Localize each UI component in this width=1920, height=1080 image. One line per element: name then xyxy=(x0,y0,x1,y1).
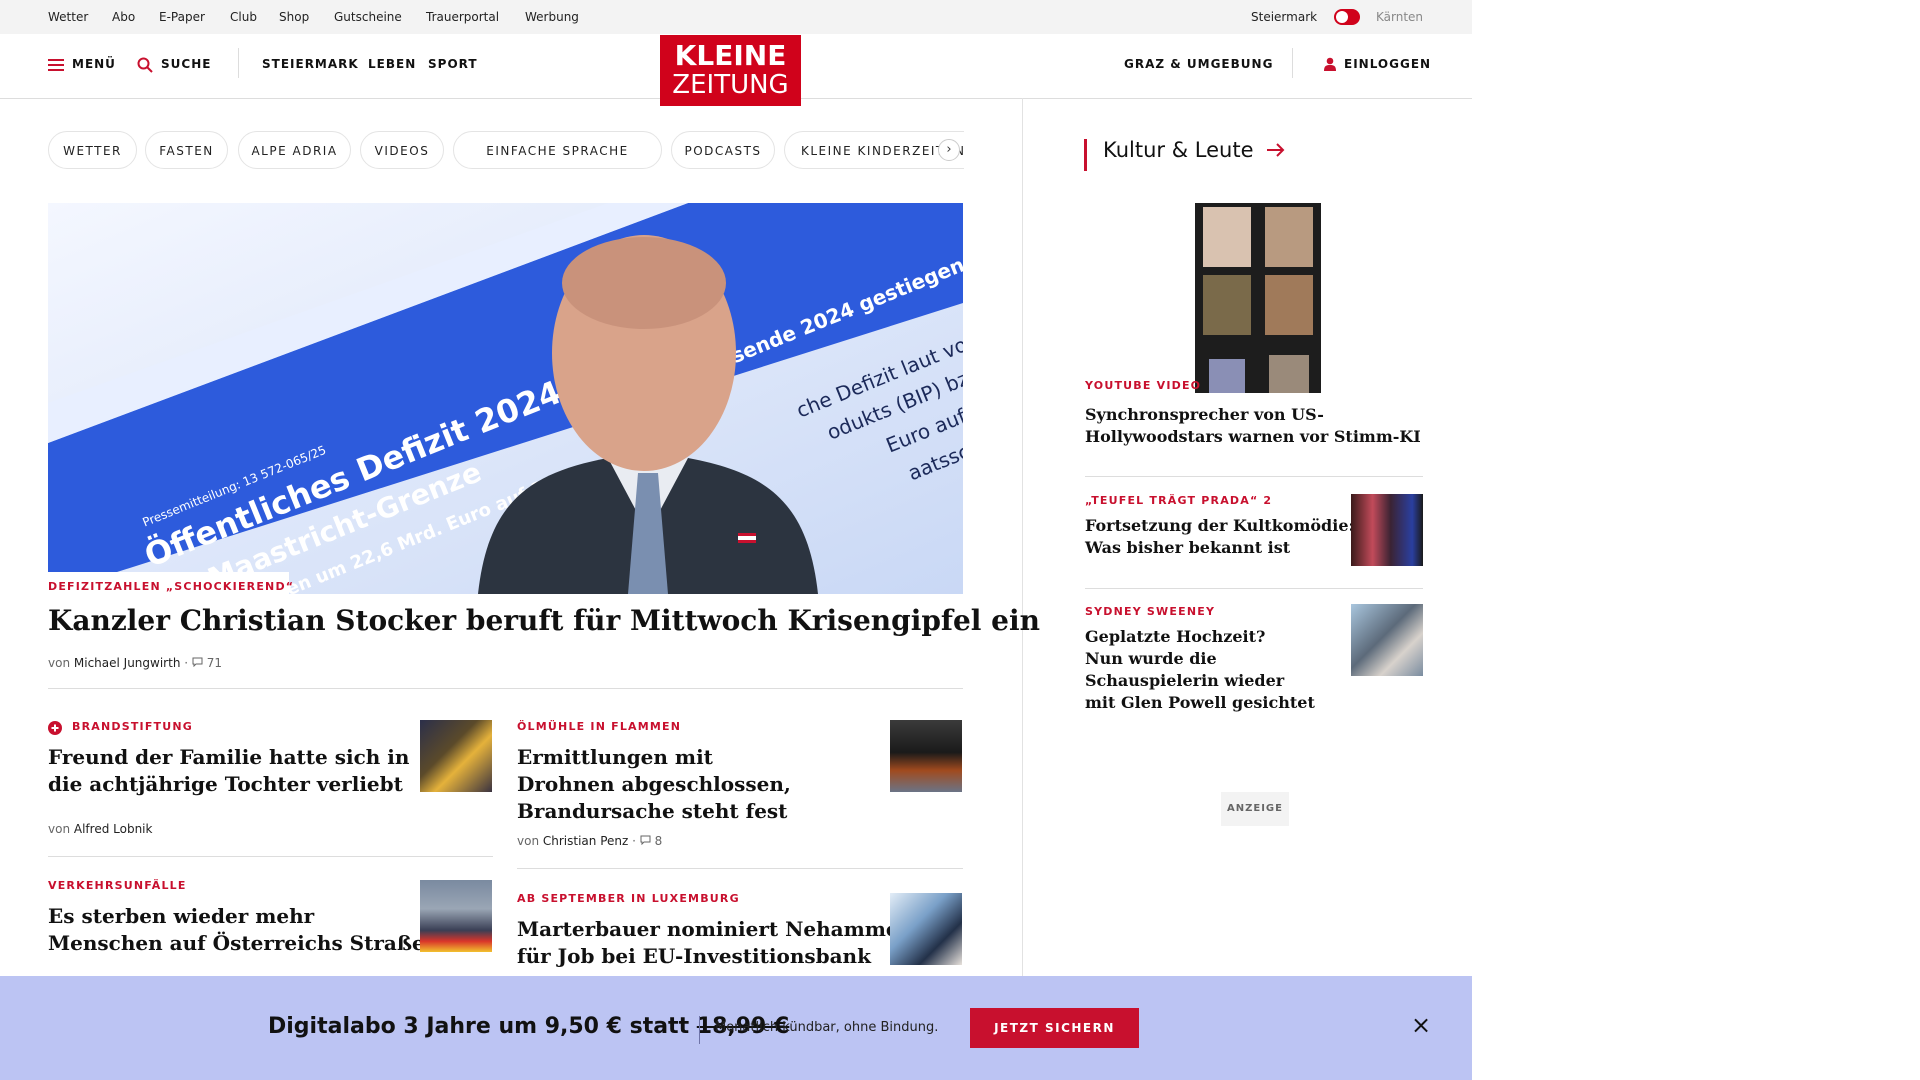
chip-einfache-sprache[interactable]: EINFACHE SPRACHE xyxy=(453,131,662,169)
article-thumb-fire-house[interactable] xyxy=(420,720,492,792)
video-frame xyxy=(1209,359,1245,393)
sidebar-accent-bar xyxy=(1084,139,1087,171)
nav-leben[interactable]: LEBEN xyxy=(368,57,416,71)
article-thumb-fire-smoke[interactable] xyxy=(890,720,962,792)
chip-fasten[interactable]: FASTEN xyxy=(145,131,228,169)
nav-sport[interactable]: SPORT xyxy=(428,57,478,71)
column-divider xyxy=(1022,98,1023,978)
article-title: Ermittlungen mit Drohnen abgeschlossen, Br… xyxy=(517,745,791,823)
article-comment-count[interactable]: 8 xyxy=(655,834,663,848)
hero-photo-illustration: Öffentliches Defizit 2024 Maastricht-Gre… xyxy=(48,203,963,594)
sidebar-article-title[interactable]: Fortsetzung der Kultkomödie: Was bisher b… xyxy=(1085,515,1354,559)
ad-label: ANZEIGE xyxy=(1221,792,1289,826)
sidebar-article-title[interactable]: Geplatzte Hochzeit? Nun wurde die Schauspi… xyxy=(1085,626,1315,714)
search-label: SUCHE xyxy=(161,57,212,71)
sidebar-article-title[interactable]: Synchronsprecher von US- Hollywoodstars w… xyxy=(1085,404,1421,448)
search-icon xyxy=(137,57,153,73)
topbar-link-werbung[interactable]: Werbung xyxy=(525,10,579,24)
hero-headline[interactable]: Kanzler Christian Stocker beruft für Mit… xyxy=(48,604,1040,637)
article-thumb-politicians[interactable] xyxy=(890,893,962,965)
sidebar-thumb-sweeney[interactable] xyxy=(1351,604,1423,676)
sidebar-kicker: YOUTUBE VIDEO xyxy=(1085,379,1202,392)
sidebar-section-title[interactable]: Kultur & Leute xyxy=(1103,138,1286,162)
logo-line-2: ZEITUNG xyxy=(672,70,789,100)
plus-badge-icon xyxy=(48,721,62,735)
divider xyxy=(48,688,963,689)
video-frame xyxy=(1265,207,1313,267)
top-utility-bar: Wetter Abo E-Paper Club Shop Gutscheine … xyxy=(0,0,1472,34)
article-byline: von Alfred Lobnik xyxy=(48,822,153,836)
divider xyxy=(1085,588,1423,589)
region-kaernten[interactable]: Kärnten xyxy=(1376,10,1423,24)
article-author[interactable]: Alfred Lobnik xyxy=(74,822,153,836)
close-icon[interactable]: × xyxy=(1410,1013,1432,1037)
chip-podcasts[interactable]: PODCASTS xyxy=(671,131,775,169)
video-frame xyxy=(1269,355,1309,393)
hero-byline: von Michael Jungwirth · 71 xyxy=(48,656,223,670)
page: Wetter Abo E-Paper Club Shop Gutscheine … xyxy=(0,0,1472,1080)
hero-image[interactable]: Öffentliches Defizit 2024 Maastricht-Gre… xyxy=(48,203,963,594)
header-divider xyxy=(238,48,239,78)
topbar-link-wetter[interactable]: Wetter xyxy=(48,10,88,24)
topbar-link-gutscheine[interactable]: Gutscheine xyxy=(334,10,402,24)
promo-subtext: Monatlich kündbar, ohne Bindung. xyxy=(715,1020,939,1035)
article-kicker: ÖLMÜHLE IN FLAMMEN xyxy=(517,720,682,733)
topic-chips: WETTER FASTEN ALPE ADRIA VIDEOS EINFACHE… xyxy=(48,131,964,171)
divider xyxy=(48,856,493,857)
logo-line-1: KLEINE xyxy=(674,39,787,72)
video-frame xyxy=(1203,207,1251,267)
promo-divider xyxy=(699,1016,700,1044)
user-icon xyxy=(1324,57,1336,71)
comment-icon xyxy=(192,657,203,668)
hamburger-icon xyxy=(48,59,64,71)
article-thumb-accident[interactable] xyxy=(420,880,492,952)
comment-icon xyxy=(640,835,651,846)
header-divider-right xyxy=(1292,48,1293,78)
byline-von: von xyxy=(48,656,71,670)
promo-cta-button[interactable]: JETZT SICHERN xyxy=(970,1008,1139,1048)
article-title: Freund der Familie hatte sich in die acht… xyxy=(48,745,410,796)
chip-wetter[interactable]: WETTER xyxy=(48,131,137,169)
sidebar-thumb-prada[interactable] xyxy=(1351,494,1423,566)
topbar-link-trauerportal[interactable]: Trauerportal xyxy=(426,10,499,24)
hero-kicker: DEFIZITZAHLEN „SCHOCKIEREND“ xyxy=(48,580,295,593)
video-frame xyxy=(1203,275,1251,335)
arrow-right-icon xyxy=(1267,143,1285,157)
topbar-link-shop[interactable]: Shop xyxy=(279,10,309,24)
divider xyxy=(1085,476,1423,477)
sidebar-video-thumb[interactable] xyxy=(1195,203,1321,393)
divider xyxy=(517,868,963,869)
chips-next-button[interactable]: › xyxy=(938,139,960,161)
article-kicker: AB SEPTEMBER IN LUXEMBURG xyxy=(517,892,740,905)
main-header: MENÜ SUCHE STEIERMARK LEBEN SPORT KLEINE… xyxy=(0,34,1472,106)
region-toggle[interactable] xyxy=(1334,9,1360,25)
article-title: Es sterben wieder mehr Menschen auf Öster… xyxy=(48,904,440,955)
region-steiermark[interactable]: Steiermark xyxy=(1251,10,1317,24)
video-frame xyxy=(1265,275,1313,335)
article-kicker: VERKEHRSUNFÄLLE xyxy=(48,879,187,892)
login-label: EINLOGGEN xyxy=(1344,57,1432,71)
chip-alpe-adria[interactable]: ALPE ADRIA xyxy=(238,131,351,169)
article-author[interactable]: Christian Penz xyxy=(543,834,628,848)
hero-comment-count[interactable]: 71 xyxy=(207,656,222,670)
sidebar-kicker: SYDNEY SWEENEY xyxy=(1085,605,1216,618)
chip-kleine-kinderzeitung[interactable]: KLEINE KINDERZEITUNG xyxy=(784,131,964,169)
nav-steiermark[interactable]: STEIERMARK xyxy=(262,57,359,71)
promo-headline: Digitalabo 3 Jahre um 9,50 € statt 18,99… xyxy=(268,1014,790,1039)
chip-videos[interactable]: VIDEOS xyxy=(360,131,444,169)
article-byline: von Christian Penz · 8 xyxy=(517,834,663,848)
chevron-right-icon: › xyxy=(946,142,952,157)
article-title: Marterbauer nominiert Nehammer für Job be… xyxy=(517,917,910,968)
topbar-link-epaper[interactable]: E-Paper xyxy=(159,10,205,24)
nav-graz-umgebung[interactable]: GRAZ & UMGEBUNG xyxy=(1124,57,1273,71)
topbar-link-abo[interactable]: Abo xyxy=(112,10,135,24)
topbar-link-club[interactable]: Club xyxy=(230,10,257,24)
hero-author[interactable]: Michael Jungwirth xyxy=(74,656,181,670)
sidebar-kicker: „TEUFEL TRÄGT PRADA“ 2 xyxy=(1085,494,1273,507)
article-kicker: BRANDSTIFTUNG xyxy=(72,720,194,733)
kleine-zeitung-logo[interactable]: KLEINE ZEITUNG xyxy=(660,35,801,106)
menu-label: MENÜ xyxy=(72,57,116,71)
subscription-banner: Digitalabo 3 Jahre um 9,50 € statt 18,99… xyxy=(0,976,1472,1080)
